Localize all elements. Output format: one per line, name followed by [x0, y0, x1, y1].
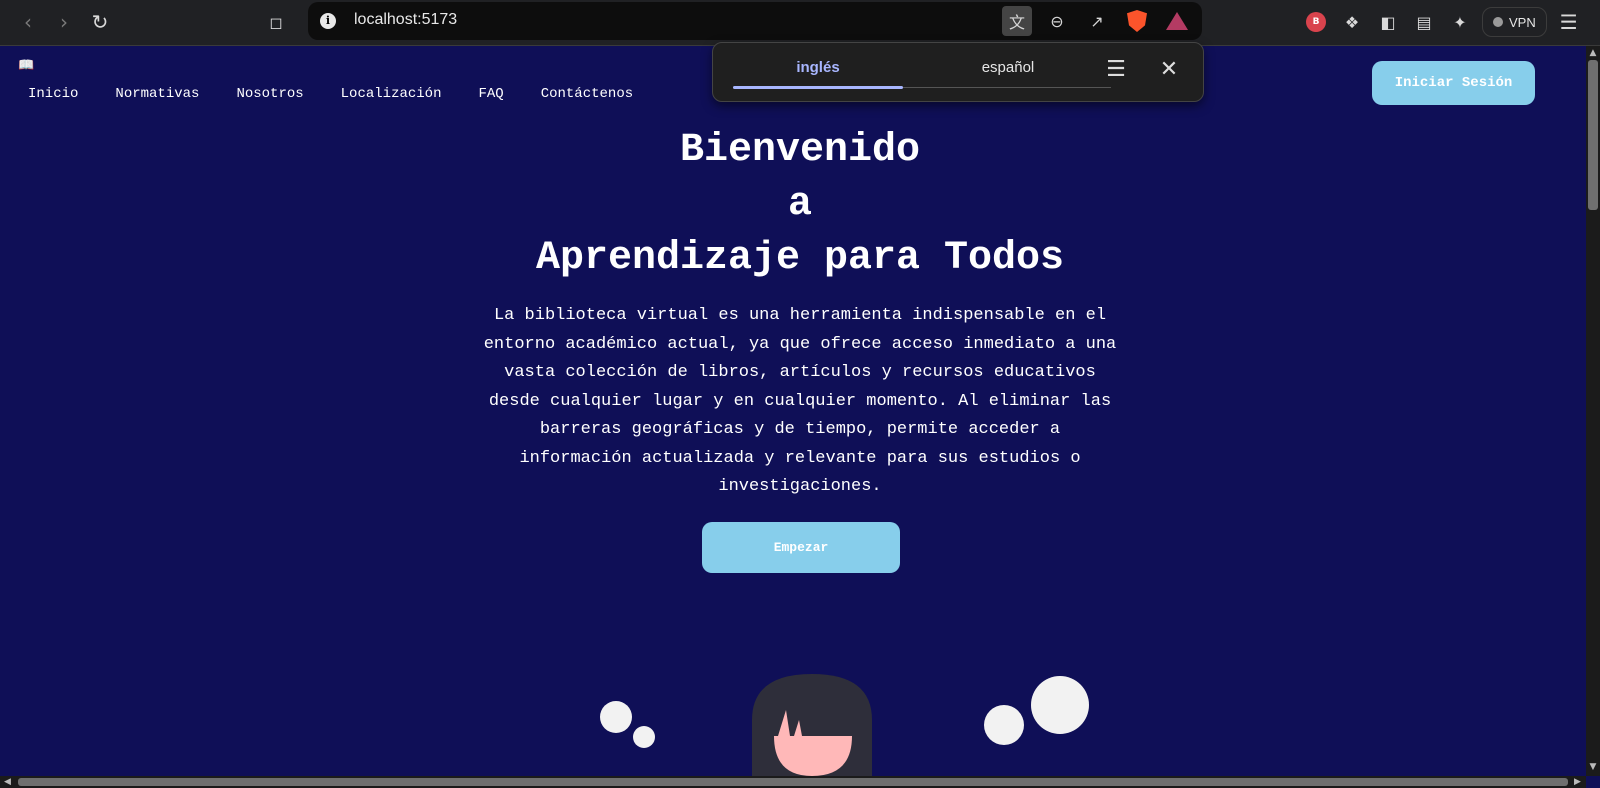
horizontal-scrollbar[interactable]: ◀ ▶: [0, 776, 1586, 788]
forward-icon[interactable]: ›: [50, 8, 78, 36]
share-icon[interactable]: ↗: [1082, 6, 1112, 36]
wallet-icon[interactable]: ▤: [1410, 8, 1438, 36]
tab-espanol[interactable]: español: [923, 59, 1093, 76]
browser-toolbar: ‹ › ↻ ◻ i localhost:5173 文 ⊖ ↗ B ❖ ◧ ▤ ✦…: [0, 0, 1600, 46]
reload-icon[interactable]: ↻: [86, 8, 114, 36]
open-book-icon[interactable]: 📖: [18, 58, 34, 73]
brave-rewards-icon[interactable]: [1162, 6, 1192, 36]
bubble-left-large: [600, 701, 632, 733]
hero-title-line3: Aprendizaje para Todos: [535, 236, 1065, 281]
scroll-left-icon[interactable]: ◀: [4, 776, 11, 788]
login-button[interactable]: Iniciar Sesión: [1372, 61, 1535, 105]
nav-link-normativas[interactable]: Normativas: [115, 86, 199, 102]
start-button[interactable]: Empezar: [702, 522, 900, 573]
nav-link-inicio[interactable]: Inicio: [28, 86, 78, 102]
scroll-down-icon[interactable]: ▼: [1586, 762, 1600, 772]
horizontal-scroll-thumb[interactable]: [18, 778, 1568, 786]
scroll-right-icon[interactable]: ▶: [1574, 776, 1581, 788]
translate-popup: inglés español ☰ ✕: [712, 42, 1204, 102]
bubble-right-large: [1031, 676, 1089, 734]
vpn-status-dot: [1493, 17, 1503, 27]
bubble-right-medium: [984, 705, 1024, 745]
brave-shields-icon[interactable]: [1122, 6, 1152, 36]
nav-link-faq[interactable]: FAQ: [478, 86, 503, 102]
nav-link-localizacion[interactable]: Localización: [341, 86, 442, 102]
zoom-out-icon[interactable]: ⊖: [1042, 6, 1072, 36]
nav-link-contactenos[interactable]: Contáctenos: [541, 86, 633, 102]
hero-title-line1: Bienvenido: [679, 128, 921, 173]
scroll-up-icon[interactable]: ▲: [1586, 48, 1600, 58]
hero-title-line2: a: [787, 182, 812, 227]
translate-icon[interactable]: 文: [1002, 6, 1032, 36]
nav-link-nosotros[interactable]: Nosotros: [236, 86, 303, 102]
rewards-badge-icon[interactable]: B: [1302, 8, 1330, 36]
site-info-icon[interactable]: i: [320, 13, 336, 29]
address-bar[interactable]: i localhost:5173 文 ⊖ ↗: [308, 2, 1202, 40]
tab-ingles[interactable]: inglés: [733, 59, 903, 76]
tab-selected-indicator: [733, 86, 903, 89]
close-icon[interactable]: ✕: [1157, 57, 1181, 83]
vertical-scrollbar[interactable]: ▲ ▼: [1586, 46, 1600, 776]
url-text[interactable]: localhost:5173: [354, 11, 457, 29]
hero-illustration: [600, 674, 1089, 776]
back-icon[interactable]: ‹: [14, 8, 42, 36]
bubble-left-small: [633, 726, 655, 748]
menu-icon[interactable]: ☰: [1555, 8, 1583, 36]
vpn-button[interactable]: VPN: [1482, 7, 1547, 37]
hero-title: Bienvenido a Aprendizaje para Todos: [400, 124, 1200, 286]
bookmark-icon[interactable]: ◻: [262, 8, 290, 36]
vertical-scroll-thumb[interactable]: [1588, 60, 1598, 210]
main-nav: Inicio Normativas Nosotros Localización …: [28, 86, 670, 102]
extensions-icon[interactable]: ❖: [1338, 8, 1366, 36]
translate-options-icon[interactable]: ☰: [1103, 59, 1129, 81]
leo-ai-icon[interactable]: ✦: [1446, 8, 1474, 36]
sidebar-toggle-icon[interactable]: ◧: [1374, 8, 1402, 36]
hero-description: La biblioteca virtual es una herramienta…: [483, 306, 1117, 496]
